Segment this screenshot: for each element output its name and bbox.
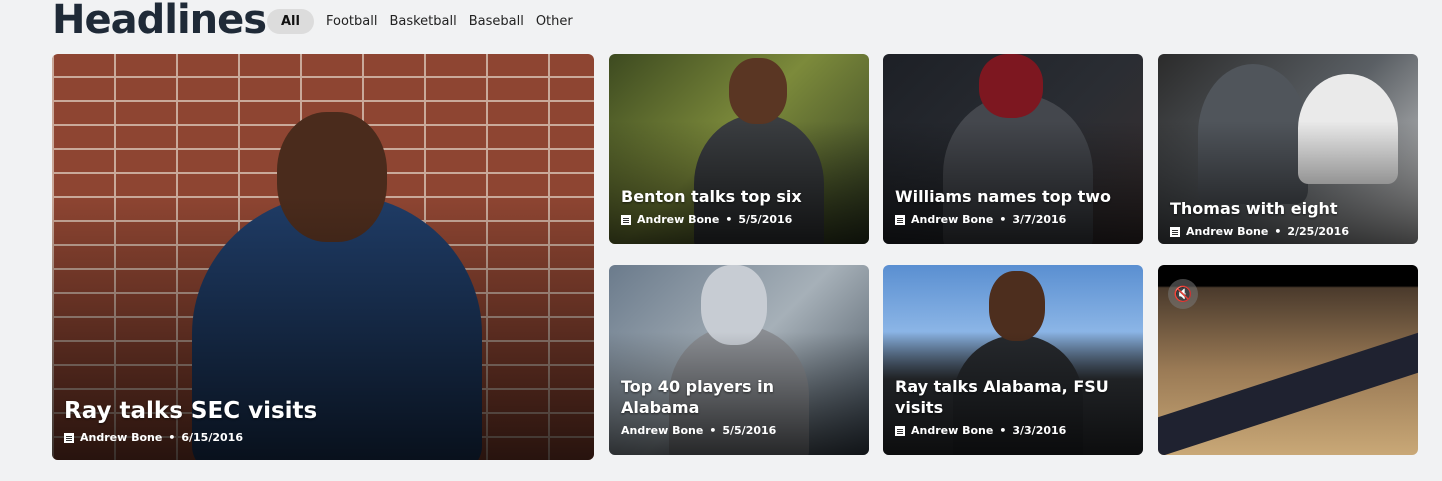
card-title: Ray talks SEC visits <box>64 398 318 424</box>
card-meta: Andrew Bone • 6/15/2016 <box>64 431 582 444</box>
card-meta: Andrew Bone • 5/5/2016 <box>621 424 777 437</box>
filter-football[interactable]: Football <box>326 9 377 34</box>
card-title: Top 40 players in Alabama <box>621 377 775 417</box>
card-author: Andrew Bone <box>1186 225 1269 238</box>
card-author: Andrew Bone <box>911 213 994 226</box>
article-icon <box>895 214 905 225</box>
article-icon <box>621 214 631 225</box>
card-author: Andrew Bone <box>621 424 704 437</box>
card-meta: Andrew Bone • 3/7/2016 <box>895 213 1131 226</box>
filter-baseball[interactable]: Baseball <box>469 9 524 34</box>
card-title: Thomas with eight <box>1170 199 1338 218</box>
video-card-basketball[interactable]: 🔇 <box>1158 265 1418 455</box>
card-title: Ray talks Alabama, FSU visits <box>895 377 1109 417</box>
card-author: Andrew Bone <box>637 213 720 226</box>
headline-card-ray-alabama[interactable]: Ray talks Alabama, FSU visits Andrew Bon… <box>883 265 1143 455</box>
headline-card-williams[interactable]: Williams names top two Andrew Bone • 3/7/… <box>883 54 1143 244</box>
headline-card-benton[interactable]: Benton talks top six Andrew Bone • 5/5/20… <box>609 54 869 244</box>
card-author: Andrew Bone <box>911 424 994 437</box>
card-title: Benton talks top six <box>621 187 802 206</box>
card-date: 6/15/2016 <box>181 431 243 444</box>
card-meta: Andrew Bone • 2/25/2016 <box>1170 225 1406 238</box>
headline-card-top40[interactable]: Top 40 players in Alabama Andrew Bone • 5… <box>609 265 869 455</box>
card-date: 5/5/2016 <box>722 424 777 437</box>
article-icon <box>64 432 74 443</box>
headline-card-thomas[interactable]: Thomas with eight Andrew Bone • 2/25/2016 <box>1158 54 1418 244</box>
card-author: Andrew Bone <box>80 431 163 444</box>
card-meta: Andrew Bone • 5/5/2016 <box>621 213 857 226</box>
card-date: 3/3/2016 <box>1012 424 1067 437</box>
player-head <box>729 58 787 124</box>
article-icon <box>895 425 905 436</box>
player-head <box>989 271 1045 341</box>
card-meta: Andrew Bone • 3/3/2016 <box>895 424 1131 437</box>
card-title: Williams names top two <box>895 187 1112 206</box>
filter-other[interactable]: Other <box>536 9 573 34</box>
filter-all[interactable]: All <box>267 9 314 34</box>
card-date: 3/7/2016 <box>1012 213 1067 226</box>
card-date: 5/5/2016 <box>738 213 793 226</box>
page-title: Headlines <box>52 0 267 43</box>
player-helmet <box>979 54 1043 118</box>
muted-speaker-icon[interactable]: 🔇 <box>1168 279 1198 309</box>
filter-basketball[interactable]: Basketball <box>389 9 456 34</box>
article-icon <box>1170 226 1180 237</box>
filter-tabs: All Football Basketball Baseball Other <box>267 9 573 34</box>
headline-card-ray-sec[interactable]: Ray talks SEC visits Andrew Bone • 6/15/2… <box>52 54 594 460</box>
card-date: 2/25/2016 <box>1287 225 1349 238</box>
